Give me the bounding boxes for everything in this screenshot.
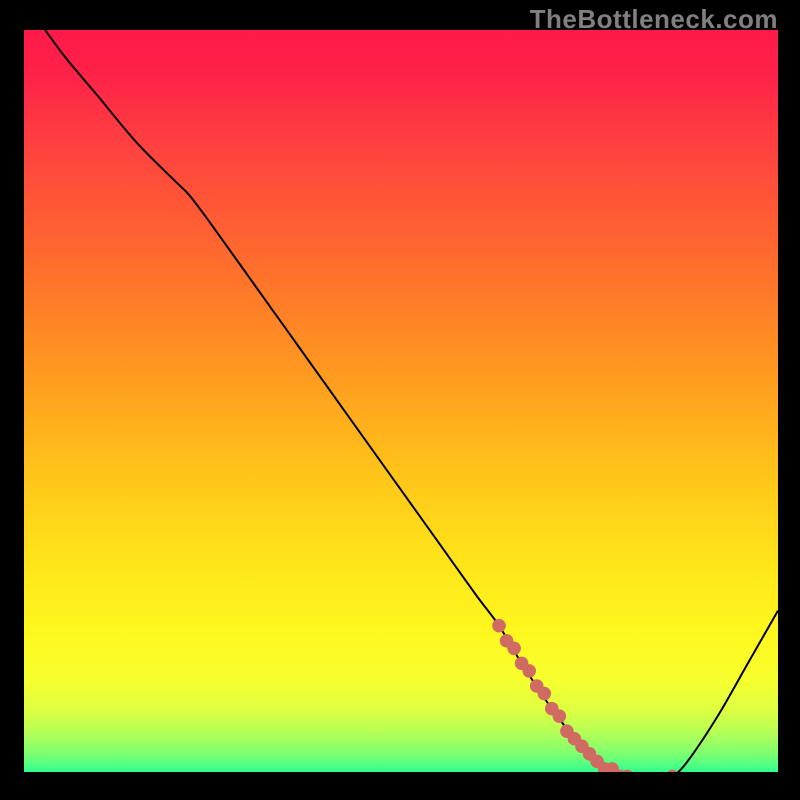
- highlight-dot: [522, 664, 536, 678]
- highlight-dot: [537, 687, 551, 701]
- highlight-dot: [666, 770, 680, 772]
- highlight-dot: [507, 641, 521, 655]
- highlight-dot: [553, 709, 567, 723]
- chart-frame: TheBottleneck.com: [0, 0, 800, 800]
- highlight-dot: [492, 619, 506, 633]
- plot-area: [24, 30, 778, 772]
- highlight-dots: [24, 30, 778, 772]
